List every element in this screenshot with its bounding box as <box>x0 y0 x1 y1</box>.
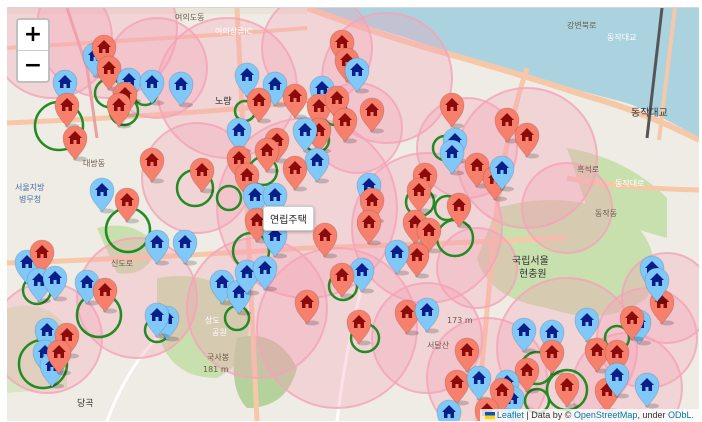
odbl-link[interactable]: ODbL. <box>668 410 694 420</box>
zoom-in-button[interactable]: + <box>18 20 48 50</box>
leaflet-map[interactable]: 여의도동 여의상류IC 강변북로 동작대교 동작대교 동작대로 흑석로 동작동 … <box>7 7 699 421</box>
base-tiles: 여의도동 여의상류IC 강변북로 동작대교 동작대교 동작대로 흑석로 동작동 … <box>7 8 699 421</box>
label-seoul-military-1: 서울지방 <box>15 182 45 192</box>
osm-link[interactable]: OpenStreetMap <box>574 410 638 420</box>
label-elev-181: 181 m <box>203 365 229 374</box>
range-circle-pink[interactable] <box>521 162 613 254</box>
label-cemetery-1: 국립서울 <box>512 254 549 267</box>
label-dongjakdaero: 동작대로 <box>615 178 644 188</box>
label-dongjak-bridge: 동작대교 <box>631 107 668 119</box>
label-guksabong: 국사봉 <box>207 353 229 362</box>
zoom-out-button[interactable]: − <box>18 50 48 81</box>
zoom-control: + − <box>16 18 50 83</box>
attribution: Leaflet | Data by © OpenStreetMap, under… <box>479 409 699 421</box>
marker-tooltip: 연립주택 <box>263 206 314 231</box>
label-heukseok: 흑석로 <box>577 164 599 174</box>
map-frame: 여의도동 여의상류IC 강변북로 동작대교 동작대교 동작대로 흑석로 동작동 … <box>0 0 702 422</box>
ukraine-flag-icon <box>484 412 495 420</box>
range-circle-pink[interactable] <box>436 227 518 309</box>
label-cemetery-2: 현충원 <box>519 268 547 280</box>
label-noryang: 노량 <box>215 95 232 107</box>
label-dongjak-bridge-top: 동작대교 <box>607 32 636 42</box>
label-dangok: 당곡 <box>77 398 94 409</box>
attribution-sep: | Data by © <box>523 410 574 420</box>
label-park: 공원 <box>212 328 227 337</box>
label-elev-173: 173 m <box>447 316 473 325</box>
label-dongjakdong: 동작동 <box>595 208 617 218</box>
marker-blue-home[interactable] <box>436 399 462 421</box>
attribution-under: , under <box>637 410 668 420</box>
leaflet-link[interactable]: Leaflet <box>497 410 524 420</box>
label-sangdo: 상도 <box>205 315 220 325</box>
label-seodal: 서달산 <box>427 340 450 350</box>
label-sindo: 신도로 <box>111 259 133 268</box>
label-yeouisang-ic: 여의상류IC <box>215 26 253 36</box>
label-seoul-military-2: 병무청 <box>19 195 41 204</box>
label-gangbyeon: 강변북로 <box>567 20 596 30</box>
label-yeouido: 여의도동 <box>175 12 204 22</box>
